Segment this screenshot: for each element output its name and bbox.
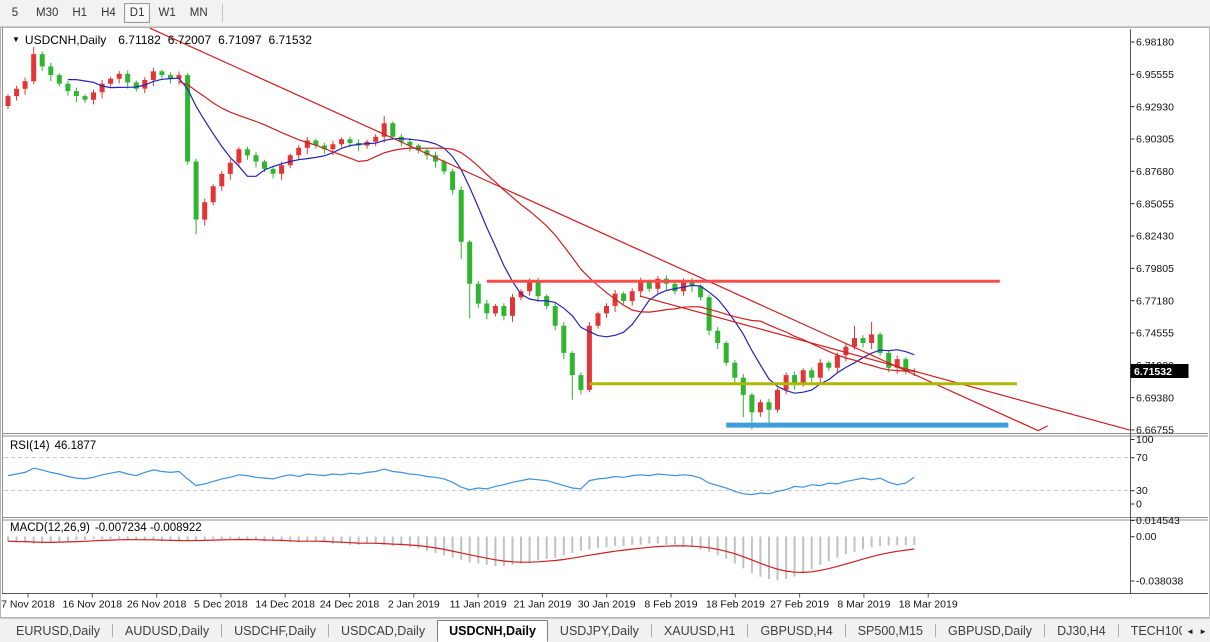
rsi-axis-label: 0: [1136, 499, 1142, 511]
date-axis-label: 26 Nov 2018: [127, 599, 187, 611]
tab-gbpusd-h4[interactable]: GBPUSD,H4: [748, 621, 844, 641]
rsi-name: RSI(14): [10, 440, 50, 452]
tab-usdcnh-daily[interactable]: USDCNH,Daily: [437, 619, 548, 642]
macd-label: MACD(12,26,9) -0.007234 -0.008922: [10, 522, 202, 534]
timeframe-button-mn[interactable]: MN: [184, 3, 214, 23]
tab-dj30-h4[interactable]: DJ30,H4: [1045, 621, 1118, 641]
timeframe-button-w1[interactable]: W1: [152, 3, 181, 23]
date-axis-label: 14 Dec 2018: [255, 599, 315, 611]
rsi-axis-label: 70: [1136, 452, 1148, 464]
date-axis-label: 16 Nov 2018: [63, 599, 123, 611]
price-axis-label: 6.85055: [1136, 198, 1174, 210]
chart-title: ▼ USDCNH,Daily 6.71182 6.72007 6.71097 6…: [12, 33, 319, 47]
price-axis-label: 6.87680: [1136, 166, 1174, 178]
tab-scroll-right-icon[interactable]: ►: [1199, 627, 1207, 636]
price-axis-label: 6.92930: [1136, 101, 1174, 113]
tab-xauusd-h1[interactable]: XAUUSD,H1: [652, 621, 748, 641]
timeframe-button-5[interactable]: 5: [2, 3, 28, 23]
date-axis-label: 24 Dec 2018: [320, 599, 380, 611]
mt4-window: 5 M30 H1 H4 D1 W1 MN 6.98180 6.95555 6.92930 6.90…: [0, 0, 1210, 642]
macd-name: MACD(12,26,9): [10, 522, 90, 534]
open-quote: 6.71182: [118, 33, 161, 47]
tab-audusd-daily[interactable]: AUDUSD,Daily: [113, 621, 221, 641]
toolbar-separator: [221, 4, 223, 22]
date-axis-label: 27 Feb 2019: [770, 599, 829, 611]
date-axis-label: 8 Mar 2019: [837, 599, 890, 611]
tab-scroll-arrows: ◄ ►: [1182, 619, 1207, 642]
timeframe-button-m30[interactable]: M30: [30, 3, 64, 23]
macd-axis-label: 0.00: [1136, 531, 1157, 543]
chart-window[interactable]: 6.98180 6.95555 6.92930 6.90305 6.87680 6.850…: [0, 27, 1210, 618]
date-axis-label: 7 Nov 2018: [1, 599, 55, 611]
price-axis-label: 6.90305: [1136, 134, 1174, 146]
timeframe-button-d1[interactable]: D1: [123, 3, 151, 23]
timeframe-button-h1[interactable]: H1: [66, 3, 93, 23]
tab-gbpusd-daily[interactable]: GBPUSD,Daily: [936, 621, 1044, 641]
rsi-axis-label: 30: [1136, 485, 1148, 497]
price-axis-label: 6.74555: [1136, 328, 1174, 340]
rsi-axis-label: 100: [1136, 434, 1154, 446]
macd-values: -0.007234 -0.008922: [94, 522, 202, 534]
low-quote: 6.71097: [218, 33, 262, 47]
collapse-icon[interactable]: ▼: [12, 35, 20, 44]
tab-usdchf-daily[interactable]: USDCHF,Daily: [222, 621, 328, 641]
date-axis-label: 8 Feb 2019: [644, 599, 697, 611]
date-axis-label: 18 Feb 2019: [706, 599, 765, 611]
symbol-tabbar: EURUSD,Daily AUDUSD,Daily USDCHF,Daily USDC…: [0, 618, 1210, 642]
date-axis-label: 21 Jan 2019: [513, 599, 571, 611]
date-axis-label: 5 Dec 2018: [194, 599, 248, 611]
tab-scroll-left-icon[interactable]: ◄: [1186, 627, 1194, 636]
date-axis-label: 18 Mar 2019: [899, 599, 958, 611]
rsi-value: 46.1877: [54, 440, 97, 452]
date-axis-label: 30 Jan 2019: [578, 599, 636, 611]
price-axis-label: 6.98180: [1136, 37, 1174, 49]
tab-sp500-m15[interactable]: SP500,M15: [846, 621, 935, 641]
tab-usdjpy-daily[interactable]: USDJPY,Daily: [548, 621, 651, 641]
price-axis-label: 6.69380: [1136, 392, 1174, 404]
macd-axis-label: -0.038038: [1136, 576, 1183, 588]
macd-axis-label: 0.014543: [1136, 515, 1180, 527]
rsi-label: RSI(14) 46.1877: [10, 440, 96, 452]
timeframe-button-h4[interactable]: H4: [95, 3, 122, 23]
date-axis-label: 11 Jan 2019: [450, 599, 507, 611]
timeframe-toolbar: 5 M30 H1 H4 D1 W1 MN: [0, 0, 1210, 27]
price-axis-label: 6.82430: [1136, 231, 1174, 243]
tab-usdcad-daily[interactable]: USDCAD,Daily: [329, 621, 437, 641]
price-axis-label: 6.79805: [1136, 263, 1174, 275]
price-tag-value: 6.71532: [1134, 366, 1172, 378]
symbol-period-label: USDCNH,Daily: [24, 33, 107, 47]
close-quote: 6.71532: [268, 33, 312, 47]
date-axis-label: 2 Jan 2019: [388, 599, 440, 611]
high-quote: 6.72007: [167, 33, 212, 47]
tab-eurusd-daily[interactable]: EURUSD,Daily: [4, 621, 112, 641]
price-axis-label: 6.77180: [1136, 295, 1174, 307]
price-axis-label: 6.95555: [1136, 69, 1174, 81]
